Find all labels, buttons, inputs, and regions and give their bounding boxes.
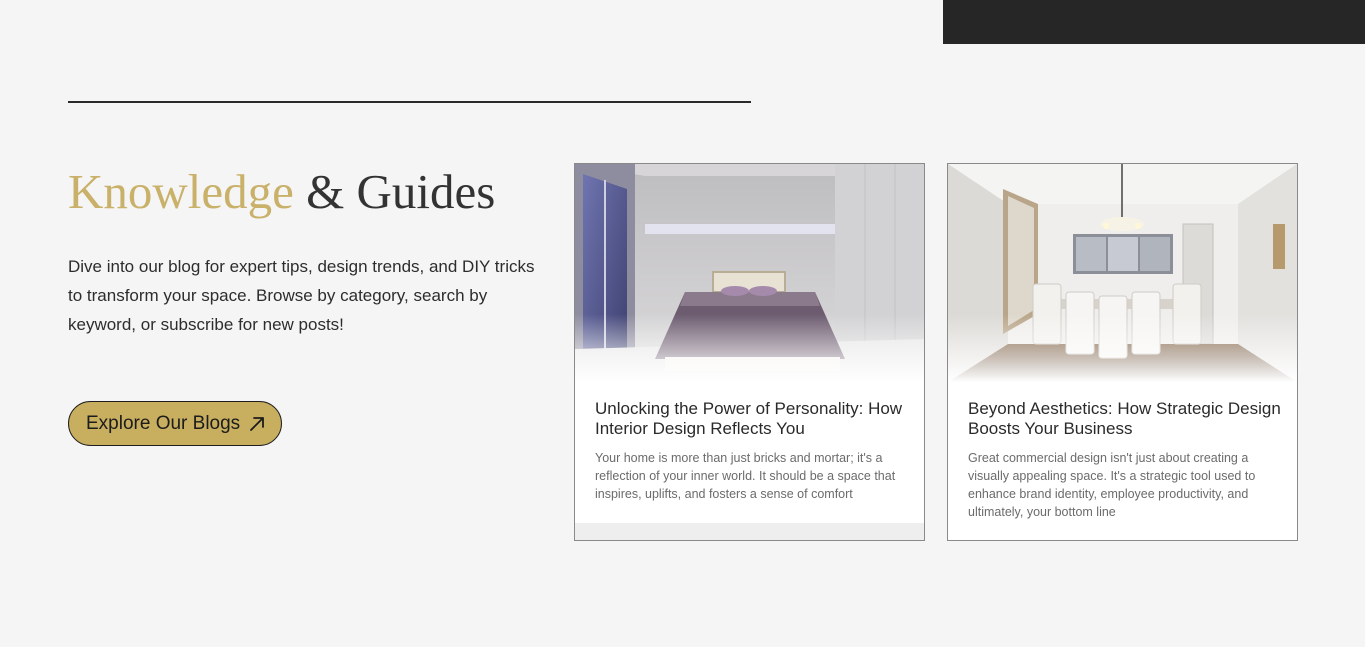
bedroom-photo	[575, 164, 924, 382]
section-heading: Knowledge & Guides	[68, 160, 495, 224]
blog-card-excerpt: Great commercial design isn't just about…	[968, 451, 1256, 519]
blog-card-excerpt: Your home is more than just bricks and m…	[595, 451, 896, 501]
explore-blogs-button[interactable]: Explore Our Blogs	[68, 401, 282, 446]
heading-accent: Knowledge	[68, 164, 294, 219]
top-dark-bar	[943, 0, 1365, 44]
blog-card-title[interactable]: Unlocking the Power of Personality: How …	[595, 399, 910, 439]
heading-rest: & Guides	[293, 164, 496, 219]
blog-card[interactable]: Beyond Aesthetics: How Strategic Design …	[947, 163, 1298, 541]
blog-card-title[interactable]: Beyond Aesthetics: How Strategic Design …	[968, 399, 1283, 439]
blog-card[interactable]: Unlocking the Power of Personality: How …	[574, 163, 925, 541]
explore-blogs-label: Explore Our Blogs	[86, 412, 241, 434]
dining-room-photo	[948, 164, 1297, 382]
arrow-up-right-icon	[250, 416, 265, 431]
section-divider	[68, 101, 751, 103]
card-footer-strip	[575, 523, 924, 540]
section-intro: Dive into our blog for expert tips, desi…	[68, 257, 535, 334]
